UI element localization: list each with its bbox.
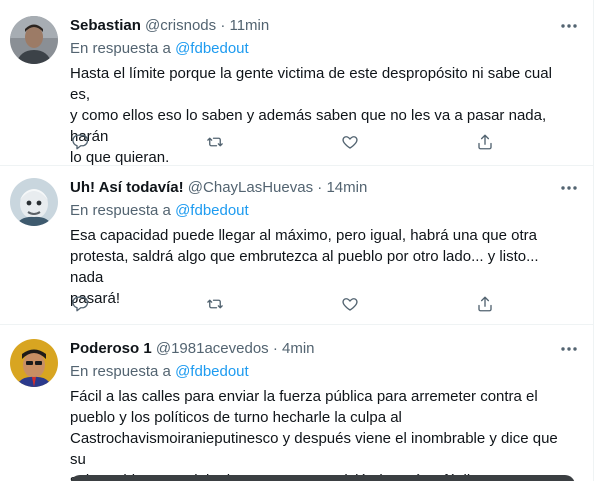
reply-mention[interactable]: @fdbedout: [175, 202, 249, 219]
more-icon[interactable]: [559, 16, 579, 36]
like-button[interactable]: [340, 294, 360, 314]
avatar[interactable]: [10, 178, 58, 226]
text-line: Hasta el límite porque la gente victima …: [70, 65, 552, 103]
text-line: protesta, saldrá algo que embrutezca al …: [70, 248, 539, 286]
separator-dot: ·: [317, 179, 323, 196]
text-line: Castrochavismoiranieputinesco y después …: [70, 430, 558, 468]
tweet-item[interactable]: Uh! Así todavía! @ChayLasHuevas · 14min …: [0, 166, 593, 325]
text-line: Esa capacidad puede llegar al máximo, pe…: [70, 227, 537, 244]
retweet-icon: [207, 137, 223, 147]
reply-mention[interactable]: @fdbedout: [175, 363, 249, 380]
timestamp[interactable]: 4min: [282, 340, 315, 357]
author-name[interactable]: Poderoso 1: [70, 340, 152, 357]
author-name[interactable]: Uh! Así todavía!: [70, 179, 184, 196]
tweet-item[interactable]: Poderoso 1 @1981acevedos · 4min En respu…: [0, 325, 593, 481]
avatar[interactable]: [10, 16, 58, 64]
separator-dot: ·: [220, 17, 226, 34]
reply-prefix: En respuesta a: [70, 202, 171, 219]
tweet-timeline: Sebastian @crisnods · 11min En respuesta…: [0, 0, 594, 481]
tweet-item[interactable]: Sebastian @crisnods · 11min En respuesta…: [0, 0, 593, 166]
more-icon[interactable]: [559, 339, 579, 359]
text-line: Fácil a las calles para enviar la fuerza…: [70, 388, 538, 405]
heart-icon: [342, 298, 358, 311]
reply-context: En respuesta a @fdbedout: [70, 39, 249, 59]
separator-dot: ·: [272, 340, 278, 357]
timestamp[interactable]: 11min: [229, 17, 269, 34]
media-preview[interactable]: [70, 475, 575, 481]
reply-button[interactable]: [70, 294, 90, 314]
author-name[interactable]: Sebastian: [70, 17, 141, 34]
tweet-actions: [70, 294, 500, 314]
tweet-header: Poderoso 1 @1981acevedos · 4min: [70, 339, 315, 359]
tweet-header: Sebastian @crisnods · 11min: [70, 16, 269, 36]
share-icon: [478, 134, 492, 150]
retweet-button[interactable]: [205, 132, 225, 152]
reply-context: En respuesta a @fdbedout: [70, 362, 249, 382]
more-icon[interactable]: [559, 178, 579, 198]
like-button[interactable]: [340, 132, 360, 152]
share-button[interactable]: [475, 132, 495, 152]
retweet-button[interactable]: [205, 294, 225, 314]
tweet-actions: [70, 132, 500, 152]
timestamp[interactable]: 14min: [326, 179, 367, 196]
reply-mention[interactable]: @fdbedout: [175, 40, 249, 57]
tweet-header: Uh! Así todavía! @ChayLasHuevas · 14min: [70, 178, 367, 198]
author-handle[interactable]: @crisnods: [145, 17, 216, 34]
share-icon: [478, 296, 492, 312]
author-handle[interactable]: @1981acevedos: [156, 340, 269, 357]
reply-button[interactable]: [70, 132, 90, 152]
reply-icon: [72, 296, 89, 312]
author-handle[interactable]: @ChayLasHuevas: [188, 179, 313, 196]
tweet-text: Fácil a las calles para enviar la fuerza…: [70, 386, 575, 481]
text-line: pueblo y los políticos de turno hecharle…: [70, 409, 402, 426]
avatar[interactable]: [10, 339, 58, 387]
share-button[interactable]: [475, 294, 495, 314]
reply-context: En respuesta a @fdbedout: [70, 201, 249, 221]
reply-prefix: En respuesta a: [70, 363, 171, 380]
retweet-icon: [207, 299, 223, 309]
reply-prefix: En respuesta a: [70, 40, 171, 57]
heart-icon: [342, 136, 358, 149]
tweet-text: Hasta el límite porque la gente victima …: [70, 63, 575, 168]
reply-icon: [72, 134, 89, 150]
